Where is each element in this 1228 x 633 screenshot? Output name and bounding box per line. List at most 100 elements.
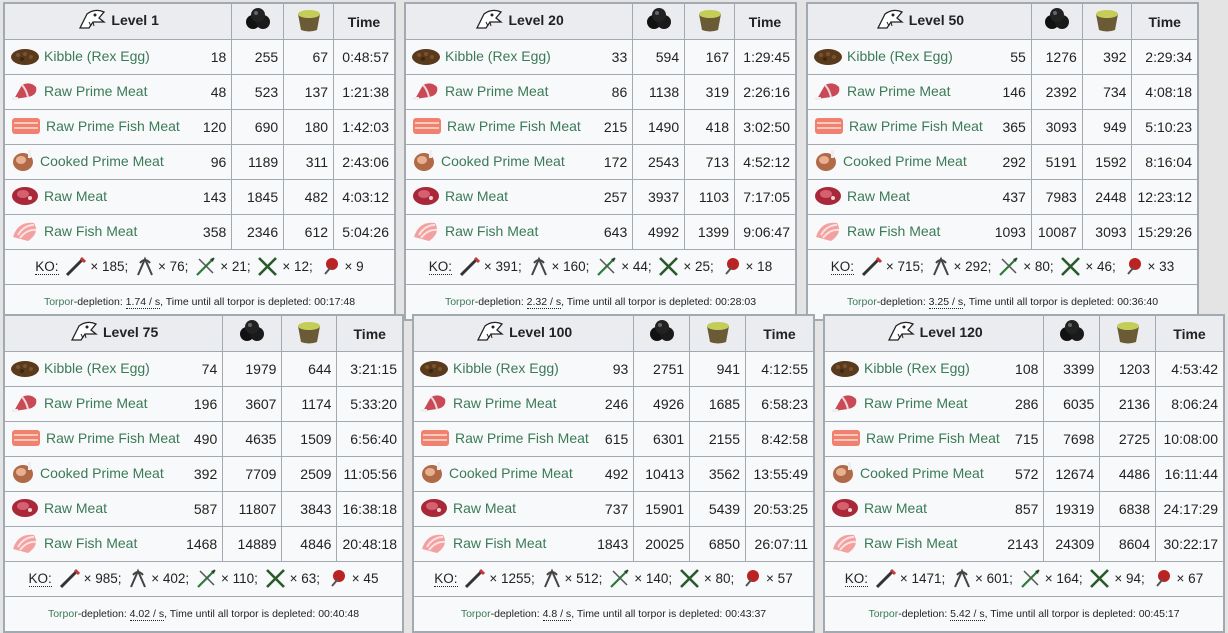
- food-link[interactable]: Raw Prime Fish Meat: [866, 430, 1000, 446]
- torpor-link[interactable]: Torpor: [48, 608, 78, 620]
- food-icon: [419, 358, 449, 381]
- food-link[interactable]: Cooked Prime Meat: [441, 153, 565, 169]
- taming-time: 4:12:55: [745, 351, 814, 387]
- table-row: Raw Prime Fish Meat 365 3093 949 5:10:23: [807, 109, 1198, 145]
- tranq-arrow-icon: [195, 567, 219, 592]
- food-icon: [10, 79, 40, 106]
- crossbow-icon: [1059, 255, 1083, 280]
- food-link[interactable]: Raw Meat: [864, 500, 927, 516]
- table-row: Raw Meat 437 7983 2448 12:23:12: [807, 179, 1198, 215]
- taming-time: 1:42:03: [333, 109, 395, 145]
- until-label: , Time until all torpor is depleted:: [963, 296, 1118, 308]
- food-link[interactable]: Raw Prime Meat: [445, 83, 548, 99]
- taming-time: 4:52:12: [734, 144, 796, 180]
- food-link[interactable]: Raw Prime Meat: [847, 83, 950, 99]
- narcoberry-count: 3093: [1030, 109, 1083, 145]
- food-link[interactable]: Raw Prime Fish Meat: [849, 118, 983, 134]
- taming-time: 7:17:05: [734, 179, 796, 215]
- food-link[interactable]: Raw Fish Meat: [847, 223, 940, 239]
- taming-time: 10:08:00: [1155, 421, 1224, 457]
- narcoberry-count: 7983: [1030, 179, 1083, 215]
- food-quantity: 572: [1015, 466, 1039, 482]
- taming-time: 11:05:56: [336, 456, 403, 492]
- table-row: Raw Meat 257 3937 1103 7:17:05: [404, 179, 796, 215]
- food-link[interactable]: Cooked Prime Meat: [40, 153, 164, 169]
- food-icon: [813, 79, 843, 106]
- narcoberry-count: 1490: [632, 109, 686, 145]
- ko-count: × 601;: [975, 570, 1013, 586]
- table-row: Raw Fish Meat 358 2346 612 5:04:26: [3, 214, 395, 250]
- food-quantity: 48: [210, 84, 227, 100]
- table-row: Kibble (Rex Egg) 93 2751 941 4:12:55: [412, 351, 814, 387]
- food-link[interactable]: Raw Meat: [445, 188, 508, 204]
- ko-label: KO:: [434, 570, 458, 587]
- food-link[interactable]: Raw Prime Meat: [864, 395, 967, 411]
- food-link[interactable]: Cooked Prime Meat: [843, 153, 967, 169]
- food-link[interactable]: Raw Prime Fish Meat: [447, 118, 581, 134]
- food-link[interactable]: Kibble (Rex Egg): [44, 360, 150, 376]
- narcotic-header: [1099, 315, 1157, 352]
- wooden-club-icon: [740, 567, 764, 592]
- food-link[interactable]: Raw Meat: [44, 500, 107, 516]
- food-link[interactable]: Raw Prime Fish Meat: [455, 430, 589, 446]
- food-link[interactable]: Raw Fish Meat: [445, 223, 538, 239]
- narcoberry-count: 3399: [1043, 351, 1101, 387]
- food-link[interactable]: Cooked Prime Meat: [860, 465, 984, 481]
- food-link[interactable]: Raw Fish Meat: [44, 223, 137, 239]
- torpor-link[interactable]: Torpor: [868, 608, 898, 620]
- narcotic-count: 1103: [684, 179, 736, 215]
- taming-time: 6:56:40: [336, 421, 403, 457]
- food-link[interactable]: Kibble (Rex Egg): [864, 360, 970, 376]
- taming-time: 15:29:26: [1131, 214, 1198, 250]
- narcoberry-count: 523: [231, 74, 285, 110]
- food-link[interactable]: Raw Prime Meat: [44, 83, 147, 99]
- level-label: Level 120: [919, 324, 983, 341]
- food-link[interactable]: Raw Fish Meat: [864, 535, 957, 551]
- food-quantity: 86: [611, 84, 628, 100]
- food-link[interactable]: Raw Prime Meat: [44, 395, 147, 411]
- torpor-link[interactable]: Torpor: [847, 296, 877, 308]
- narcoberry-count: 1138: [632, 74, 686, 110]
- food-link[interactable]: Raw Prime Fish Meat: [46, 430, 180, 446]
- ko-count: × 292;: [953, 258, 992, 274]
- narcoberry-count: 4635: [222, 421, 283, 457]
- narcotic-header: [1081, 3, 1133, 40]
- ko-row: KO: × 1255; × 512; × 140; × 80; × 57: [413, 561, 814, 597]
- food-link[interactable]: Kibble (Rex Egg): [453, 360, 559, 376]
- torpor-link[interactable]: Torpor: [44, 296, 74, 308]
- narcotic-count: 482: [283, 179, 335, 215]
- table-row: Kibble (Rex Egg) 74 1979 644 3:21:15: [3, 351, 403, 387]
- ko-count: × 57: [766, 570, 793, 586]
- torpor-link[interactable]: Torpor: [461, 608, 491, 620]
- food-link[interactable]: Cooked Prime Meat: [40, 465, 164, 481]
- taming-time: 8:06:24: [1155, 386, 1224, 422]
- table-row: Raw Fish Meat 2143 24309 8604 30:22:17: [823, 526, 1224, 562]
- taming-time: 4:53:42: [1155, 351, 1224, 387]
- food-link[interactable]: Raw Meat: [44, 188, 107, 204]
- depletion-label: -depletion:: [490, 608, 543, 620]
- food-link[interactable]: Kibble (Rex Egg): [445, 48, 551, 64]
- narcoberry-header: [222, 315, 283, 352]
- torpor-link[interactable]: Torpor: [445, 296, 475, 308]
- narcotic-count: 167: [684, 39, 736, 75]
- food-quantity: 196: [193, 396, 218, 412]
- food-link[interactable]: Raw Prime Meat: [453, 395, 556, 411]
- food-link[interactable]: Raw Prime Fish Meat: [46, 118, 180, 134]
- food-link[interactable]: Cooked Prime Meat: [449, 465, 573, 481]
- narcoberry-count: 6301: [633, 421, 691, 457]
- level-label: Level 1: [111, 12, 159, 29]
- narcoberry-count: 12674: [1043, 456, 1101, 492]
- taming-time: 8:16:04: [1131, 144, 1198, 180]
- food-link[interactable]: Raw Meat: [453, 500, 516, 516]
- food-link[interactable]: Raw Fish Meat: [453, 535, 546, 551]
- food-icon: [813, 219, 843, 246]
- food-link[interactable]: Kibble (Rex Egg): [44, 48, 150, 64]
- level-header: Level 120: [823, 315, 1045, 352]
- food-link[interactable]: Raw Meat: [847, 188, 910, 204]
- table-row: Raw Prime Meat 196 3607 1174 5:33:20: [3, 386, 403, 422]
- food-link[interactable]: Raw Fish Meat: [44, 535, 137, 551]
- level-header: Level 100: [412, 315, 635, 352]
- depletion-time: 00:45:17: [1138, 608, 1180, 620]
- food-link[interactable]: Kibble (Rex Egg): [847, 48, 953, 64]
- narcoberry-count: 1276: [1030, 39, 1083, 75]
